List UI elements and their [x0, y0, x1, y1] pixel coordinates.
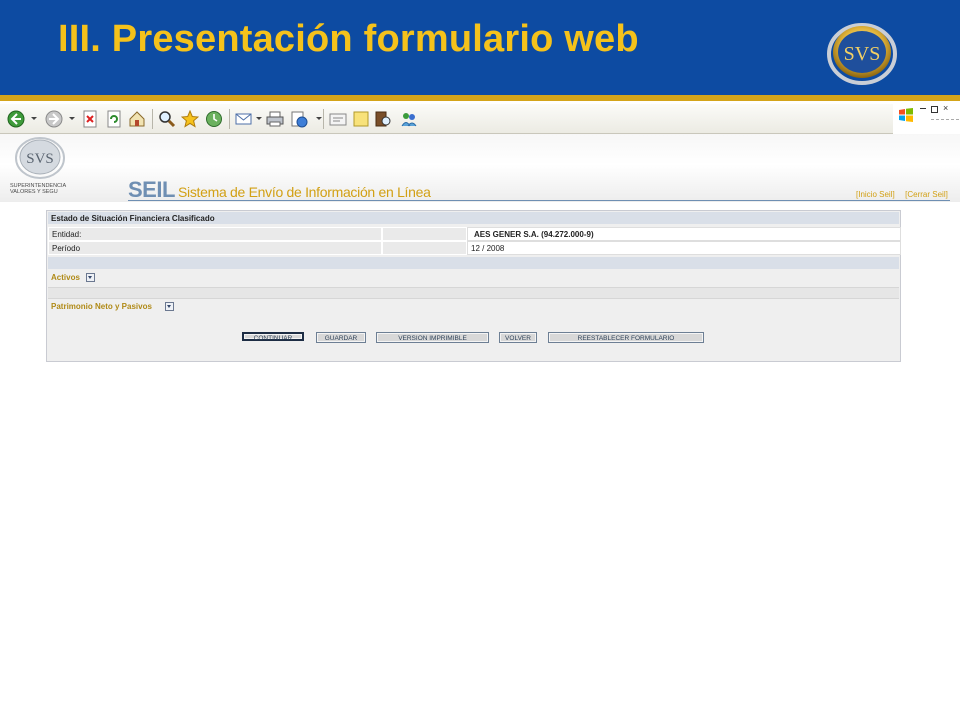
seil-subtitle: Sistema de Envío de Información en Línea: [178, 184, 431, 200]
gold-bar: [0, 95, 960, 101]
stop-icon[interactable]: [81, 110, 99, 128]
entidad-label: Entidad:: [52, 230, 82, 239]
restore-icon[interactable]: [931, 106, 938, 113]
research-icon[interactable]: [374, 110, 392, 128]
entidad-value: AES GENER S.A. (94.272.000-9): [474, 230, 594, 239]
discuss-icon[interactable]: [329, 110, 347, 128]
patrimonio-section-row[interactable]: Patrimonio Neto y Pasivos: [48, 300, 899, 314]
entidad-mid-cell: [382, 227, 467, 241]
browser-toolbar: [0, 104, 893, 134]
minimize-icon[interactable]: [920, 108, 926, 109]
form-title: Estado de Situación Financiera Clasifica…: [51, 214, 215, 223]
refresh-icon[interactable]: [105, 110, 123, 128]
form-panel: Estado de Situación Financiera Clasifica…: [46, 210, 901, 362]
svg-text:SVS: SVS: [26, 151, 54, 167]
volver-button[interactable]: VOLVER: [499, 332, 537, 343]
periodo-value: 12 / 2008: [471, 244, 505, 253]
entidad-value-cell: AES GENER S.A. (94.272.000-9): [467, 227, 901, 241]
slide-title: III. Presentación formulario web: [58, 18, 639, 60]
svs-small-logo: SVS: [15, 137, 65, 179]
favorites-icon[interactable]: [181, 110, 199, 128]
toolbar-right: ×: [893, 103, 960, 133]
forward-dropdown-icon[interactable]: [69, 117, 75, 120]
inicio-seil-link[interactable]: [Inicio Seil]: [856, 190, 895, 199]
edit-icon[interactable]: [290, 110, 308, 128]
form-title-row: Estado de Situación Financiera Clasifica…: [48, 212, 899, 224]
separator-band: [48, 287, 899, 299]
messenger-icon[interactable]: [400, 110, 418, 128]
patrimonio-section-label[interactable]: Patrimonio Neto y Pasivos: [51, 302, 152, 311]
version-imprimible-button[interactable]: VERSION IMPRIMIBLE: [376, 332, 489, 343]
header-links: [Inicio Seil] [Cerrar Seil]: [856, 190, 948, 199]
mail-dropdown-icon[interactable]: [256, 117, 262, 120]
cerrar-seil-link[interactable]: [Cerrar Seil]: [905, 190, 948, 199]
periodo-row: Período 12 / 2008: [48, 241, 901, 255]
close-icon[interactable]: ×: [943, 103, 948, 113]
activos-expand-icon[interactable]: [86, 273, 95, 282]
activos-section-row[interactable]: Activos: [48, 271, 899, 285]
notes-icon[interactable]: [352, 110, 370, 128]
periodo-label: Período: [52, 244, 81, 253]
guardar-button[interactable]: GUARDAR: [316, 332, 366, 343]
reestablecer-formulario-button[interactable]: REESTABLECER FORMULARIO: [548, 332, 704, 343]
entidad-row: Entidad: AES GENER S.A. (94.272.000-9): [48, 227, 901, 241]
periodo-label-cell: Período: [48, 241, 382, 255]
edit-dropdown-icon[interactable]: [316, 117, 322, 120]
header-divider: [128, 200, 950, 201]
svs-org-text: SUPERINTENDENCIA VALORES Y SEGU: [10, 183, 67, 195]
activos-section-label[interactable]: Activos: [51, 273, 80, 282]
print-icon[interactable]: [266, 110, 284, 128]
svg-text:SVS: SVS: [844, 43, 881, 65]
home-icon[interactable]: [128, 110, 146, 128]
forward-icon[interactable]: [45, 110, 63, 128]
periodo-value-cell: 12 / 2008: [467, 241, 901, 255]
periodo-mid-cell: [382, 241, 467, 255]
mail-icon[interactable]: [235, 110, 253, 128]
search-icon[interactable]: [158, 110, 176, 128]
history-icon[interactable]: [205, 110, 223, 128]
continuar-button[interactable]: CONTINUAR: [242, 332, 304, 342]
back-icon[interactable]: [7, 110, 25, 128]
separator-band: [48, 257, 899, 269]
svs-logo: SVS: [827, 23, 897, 85]
windows-logo-icon: [899, 108, 913, 122]
back-dropdown-icon[interactable]: [31, 117, 37, 120]
patrimonio-expand-icon[interactable]: [165, 302, 174, 311]
entidad-label-cell: Entidad:: [48, 227, 382, 241]
